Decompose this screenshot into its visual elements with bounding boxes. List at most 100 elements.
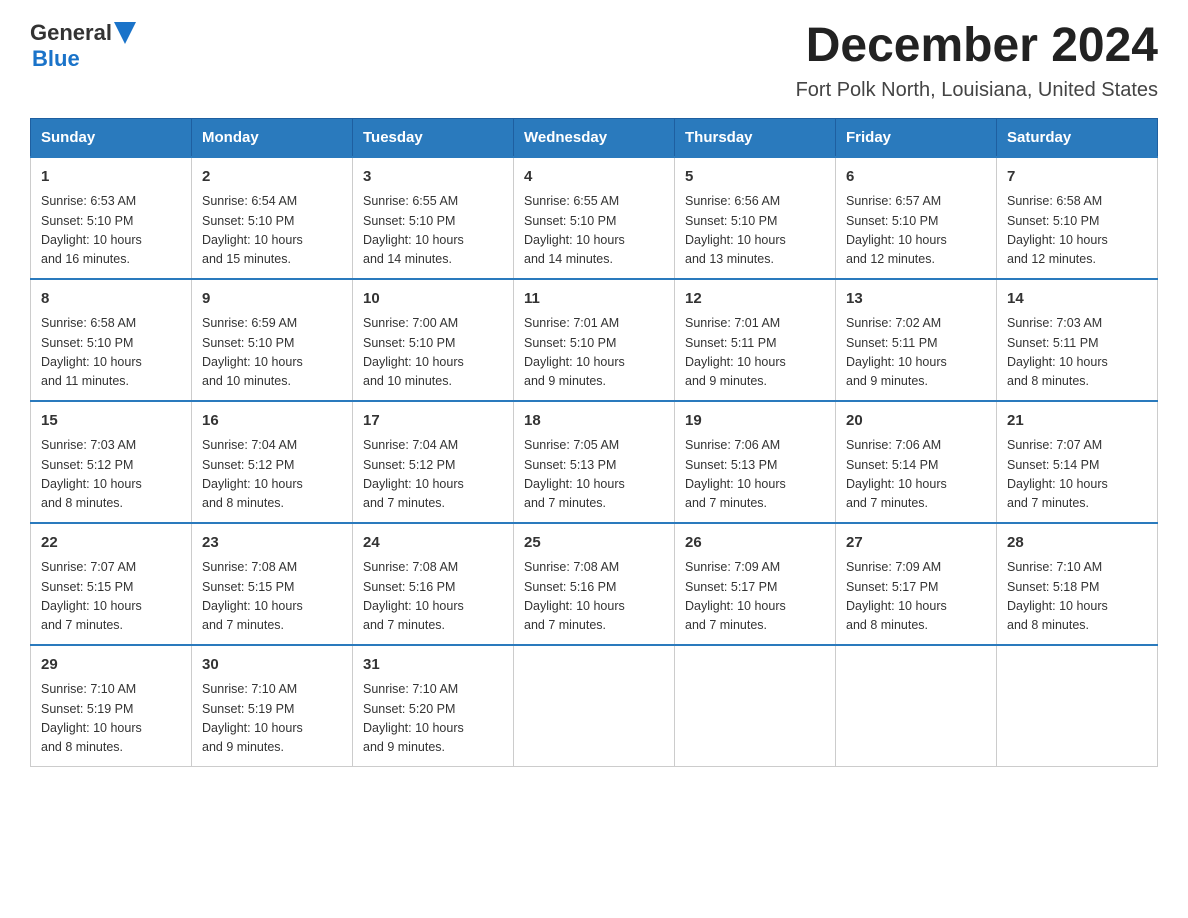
- day-info: Sunrise: 7:00 AM Sunset: 5:10 PM Dayligh…: [363, 314, 503, 392]
- day-number: 8: [41, 288, 181, 311]
- table-row: 31 Sunrise: 7:10 AM Sunset: 5:20 PM Dayl…: [353, 645, 514, 767]
- table-row: 2 Sunrise: 6:54 AM Sunset: 5:10 PM Dayli…: [192, 157, 353, 279]
- day-info: Sunrise: 7:08 AM Sunset: 5:16 PM Dayligh…: [524, 558, 664, 636]
- table-row: 30 Sunrise: 7:10 AM Sunset: 5:19 PM Dayl…: [192, 645, 353, 767]
- title-area: December 2024 Fort Polk North, Louisiana…: [796, 20, 1158, 102]
- day-info: Sunrise: 7:06 AM Sunset: 5:14 PM Dayligh…: [846, 436, 986, 514]
- day-info: Sunrise: 7:10 AM Sunset: 5:20 PM Dayligh…: [363, 680, 503, 758]
- day-info: Sunrise: 6:56 AM Sunset: 5:10 PM Dayligh…: [685, 192, 825, 270]
- table-row: 26 Sunrise: 7:09 AM Sunset: 5:17 PM Dayl…: [675, 523, 836, 645]
- day-info: Sunrise: 7:10 AM Sunset: 5:18 PM Dayligh…: [1007, 558, 1147, 636]
- table-row: 23 Sunrise: 7:08 AM Sunset: 5:15 PM Dayl…: [192, 523, 353, 645]
- table-row: 25 Sunrise: 7:08 AM Sunset: 5:16 PM Dayl…: [514, 523, 675, 645]
- day-info: Sunrise: 7:07 AM Sunset: 5:15 PM Dayligh…: [41, 558, 181, 636]
- day-info: Sunrise: 7:10 AM Sunset: 5:19 PM Dayligh…: [202, 680, 342, 758]
- calendar-header: Sunday Monday Tuesday Wednesday Thursday…: [31, 118, 1158, 157]
- day-number: 29: [41, 654, 181, 677]
- logo-triangle-icon: [114, 22, 136, 44]
- day-number: 12: [685, 288, 825, 311]
- day-info: Sunrise: 7:10 AM Sunset: 5:19 PM Dayligh…: [41, 680, 181, 758]
- day-info: Sunrise: 7:04 AM Sunset: 5:12 PM Dayligh…: [363, 436, 503, 514]
- day-info: Sunrise: 7:07 AM Sunset: 5:14 PM Dayligh…: [1007, 436, 1147, 514]
- day-number: 5: [685, 166, 825, 189]
- col-thursday: Thursday: [675, 118, 836, 157]
- day-info: Sunrise: 7:08 AM Sunset: 5:16 PM Dayligh…: [363, 558, 503, 636]
- day-number: 28: [1007, 532, 1147, 555]
- table-row: 22 Sunrise: 7:07 AM Sunset: 5:15 PM Dayl…: [31, 523, 192, 645]
- day-info: Sunrise: 6:54 AM Sunset: 5:10 PM Dayligh…: [202, 192, 342, 270]
- day-number: 17: [363, 410, 503, 433]
- logo-general: General: [30, 20, 112, 46]
- table-row: 12 Sunrise: 7:01 AM Sunset: 5:11 PM Dayl…: [675, 279, 836, 401]
- day-number: 2: [202, 166, 342, 189]
- day-number: 27: [846, 532, 986, 555]
- table-row: [514, 645, 675, 767]
- col-friday: Friday: [836, 118, 997, 157]
- day-info: Sunrise: 7:02 AM Sunset: 5:11 PM Dayligh…: [846, 314, 986, 392]
- table-row: 3 Sunrise: 6:55 AM Sunset: 5:10 PM Dayli…: [353, 157, 514, 279]
- day-number: 25: [524, 532, 664, 555]
- table-row: 16 Sunrise: 7:04 AM Sunset: 5:12 PM Dayl…: [192, 401, 353, 523]
- day-number: 31: [363, 654, 503, 677]
- day-number: 7: [1007, 166, 1147, 189]
- day-info: Sunrise: 7:01 AM Sunset: 5:11 PM Dayligh…: [685, 314, 825, 392]
- day-number: 3: [363, 166, 503, 189]
- day-number: 30: [202, 654, 342, 677]
- day-number: 1: [41, 166, 181, 189]
- table-row: 11 Sunrise: 7:01 AM Sunset: 5:10 PM Dayl…: [514, 279, 675, 401]
- table-row: 13 Sunrise: 7:02 AM Sunset: 5:11 PM Dayl…: [836, 279, 997, 401]
- day-info: Sunrise: 6:55 AM Sunset: 5:10 PM Dayligh…: [363, 192, 503, 270]
- table-row: [836, 645, 997, 767]
- header: General Blue December 2024 Fort Polk Nor…: [30, 20, 1158, 102]
- table-row: 19 Sunrise: 7:06 AM Sunset: 5:13 PM Dayl…: [675, 401, 836, 523]
- table-row: 4 Sunrise: 6:55 AM Sunset: 5:10 PM Dayli…: [514, 157, 675, 279]
- table-row: 7 Sunrise: 6:58 AM Sunset: 5:10 PM Dayli…: [997, 157, 1158, 279]
- table-row: 6 Sunrise: 6:57 AM Sunset: 5:10 PM Dayli…: [836, 157, 997, 279]
- table-row: 21 Sunrise: 7:07 AM Sunset: 5:14 PM Dayl…: [997, 401, 1158, 523]
- day-number: 9: [202, 288, 342, 311]
- day-number: 6: [846, 166, 986, 189]
- table-row: [997, 645, 1158, 767]
- table-row: [675, 645, 836, 767]
- table-row: 1 Sunrise: 6:53 AM Sunset: 5:10 PM Dayli…: [31, 157, 192, 279]
- calendar-body: 1 Sunrise: 6:53 AM Sunset: 5:10 PM Dayli…: [31, 157, 1158, 767]
- day-info: Sunrise: 6:59 AM Sunset: 5:10 PM Dayligh…: [202, 314, 342, 392]
- day-info: Sunrise: 7:04 AM Sunset: 5:12 PM Dayligh…: [202, 436, 342, 514]
- table-row: 9 Sunrise: 6:59 AM Sunset: 5:10 PM Dayli…: [192, 279, 353, 401]
- day-info: Sunrise: 6:57 AM Sunset: 5:10 PM Dayligh…: [846, 192, 986, 270]
- col-wednesday: Wednesday: [514, 118, 675, 157]
- table-row: 14 Sunrise: 7:03 AM Sunset: 5:11 PM Dayl…: [997, 279, 1158, 401]
- day-number: 10: [363, 288, 503, 311]
- day-info: Sunrise: 7:09 AM Sunset: 5:17 PM Dayligh…: [685, 558, 825, 636]
- day-number: 24: [363, 532, 503, 555]
- day-info: Sunrise: 7:05 AM Sunset: 5:13 PM Dayligh…: [524, 436, 664, 514]
- table-row: 28 Sunrise: 7:10 AM Sunset: 5:18 PM Dayl…: [997, 523, 1158, 645]
- day-number: 26: [685, 532, 825, 555]
- day-info: Sunrise: 7:01 AM Sunset: 5:10 PM Dayligh…: [524, 314, 664, 392]
- table-row: 5 Sunrise: 6:56 AM Sunset: 5:10 PM Dayli…: [675, 157, 836, 279]
- day-info: Sunrise: 6:53 AM Sunset: 5:10 PM Dayligh…: [41, 192, 181, 270]
- day-number: 19: [685, 410, 825, 433]
- table-row: 18 Sunrise: 7:05 AM Sunset: 5:13 PM Dayl…: [514, 401, 675, 523]
- col-sunday: Sunday: [31, 118, 192, 157]
- table-row: 29 Sunrise: 7:10 AM Sunset: 5:19 PM Dayl…: [31, 645, 192, 767]
- col-saturday: Saturday: [997, 118, 1158, 157]
- day-info: Sunrise: 7:03 AM Sunset: 5:11 PM Dayligh…: [1007, 314, 1147, 392]
- day-number: 18: [524, 410, 664, 433]
- day-number: 16: [202, 410, 342, 433]
- day-number: 21: [1007, 410, 1147, 433]
- logo-blue: Blue: [32, 46, 80, 71]
- table-row: 27 Sunrise: 7:09 AM Sunset: 5:17 PM Dayl…: [836, 523, 997, 645]
- day-info: Sunrise: 7:08 AM Sunset: 5:15 PM Dayligh…: [202, 558, 342, 636]
- table-row: 20 Sunrise: 7:06 AM Sunset: 5:14 PM Dayl…: [836, 401, 997, 523]
- day-number: 20: [846, 410, 986, 433]
- day-number: 13: [846, 288, 986, 311]
- day-number: 11: [524, 288, 664, 311]
- day-number: 23: [202, 532, 342, 555]
- day-number: 14: [1007, 288, 1147, 311]
- day-info: Sunrise: 6:58 AM Sunset: 5:10 PM Dayligh…: [1007, 192, 1147, 270]
- logo: General Blue: [30, 20, 136, 72]
- calendar-table: Sunday Monday Tuesday Wednesday Thursday…: [30, 118, 1158, 767]
- table-row: 10 Sunrise: 7:00 AM Sunset: 5:10 PM Dayl…: [353, 279, 514, 401]
- col-tuesday: Tuesday: [353, 118, 514, 157]
